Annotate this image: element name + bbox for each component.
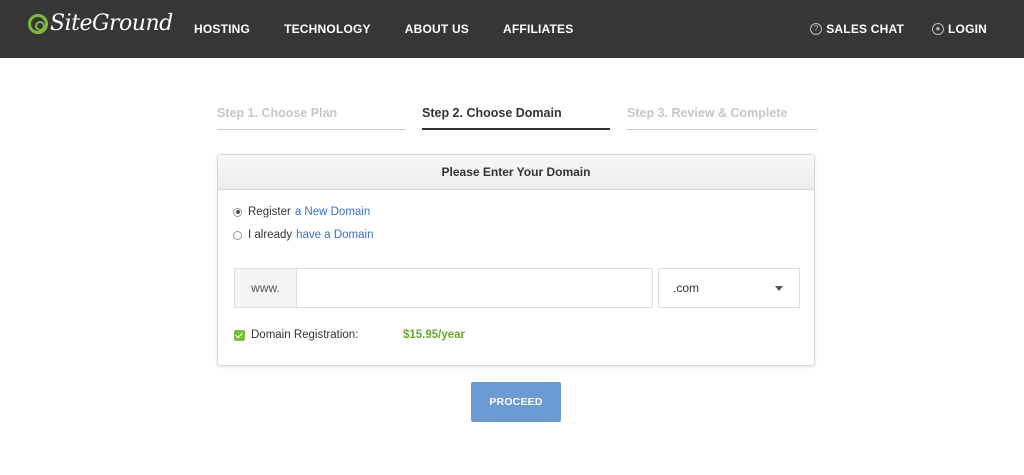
proceed-button[interactable]: PROCEED [471,382,561,422]
user-circle-icon: ● [932,23,944,35]
account-nav: ? SALES CHAT ● LOGIN [782,0,987,58]
domain-registration-label: Domain Registration: [251,329,359,341]
sales-chat-label: SALES CHAT [826,22,904,36]
logo-icon [28,13,48,34]
register-prefix: Register [248,206,291,218]
existing-domain-option[interactable]: I already have a Domain [233,229,373,241]
nav-item-affiliates[interactable]: AFFILIATES [503,22,573,36]
domain-name-input[interactable] [296,268,653,308]
sales-chat-link[interactable]: ? SALES CHAT [810,22,904,36]
register-new-domain-option[interactable]: Register a New Domain [233,206,370,218]
top-navigation-bar: SiteGround HOSTING TECHNOLOGY ABOUT US A… [0,0,1024,58]
domain-registration-row: Domain Registration: $15.95/year [234,329,465,341]
domain-entry-row: www. .com [234,268,800,308]
nav-item-about-us[interactable]: ABOUT US [405,22,469,36]
have-domain-link[interactable]: have a Domain [296,229,373,241]
www-prefix: www. [234,268,296,308]
logo-text: SiteGround [50,11,173,36]
siteground-logo[interactable]: SiteGround [28,11,173,36]
chevron-down-icon [775,286,783,291]
existing-prefix: I already [248,229,293,241]
step-review-complete: Step 3. Review & Complete [627,106,817,130]
login-label: LOGIN [948,22,987,36]
register-new-domain-radio[interactable] [233,207,242,217]
domain-registration-price: $15.95/year [403,329,466,341]
checkout-steps: Step 1. Choose Plan Step 2. Choose Domai… [217,106,817,130]
step-choose-domain: Step 2. Choose Domain [422,106,610,130]
login-link[interactable]: ● LOGIN [932,22,987,36]
new-domain-link[interactable]: a New Domain [295,206,370,218]
existing-domain-radio[interactable] [233,230,242,240]
tld-selected-value: .com [673,281,700,295]
nav-item-technology[interactable]: TECHNOLOGY [284,22,371,36]
nav-item-hosting[interactable]: HOSTING [194,22,250,36]
main-nav: HOSTING TECHNOLOGY ABOUT US AFFILIATES [194,0,607,58]
domain-card-title: Please Enter Your Domain [218,155,814,190]
question-circle-icon: ? [810,23,823,35]
step-choose-plan[interactable]: Step 1. Choose Plan [217,106,405,130]
domain-card: Please Enter Your Domain Register a New … [217,154,815,366]
domain-registration-checkbox[interactable] [234,329,245,341]
tld-dropdown[interactable]: .com [658,268,800,308]
